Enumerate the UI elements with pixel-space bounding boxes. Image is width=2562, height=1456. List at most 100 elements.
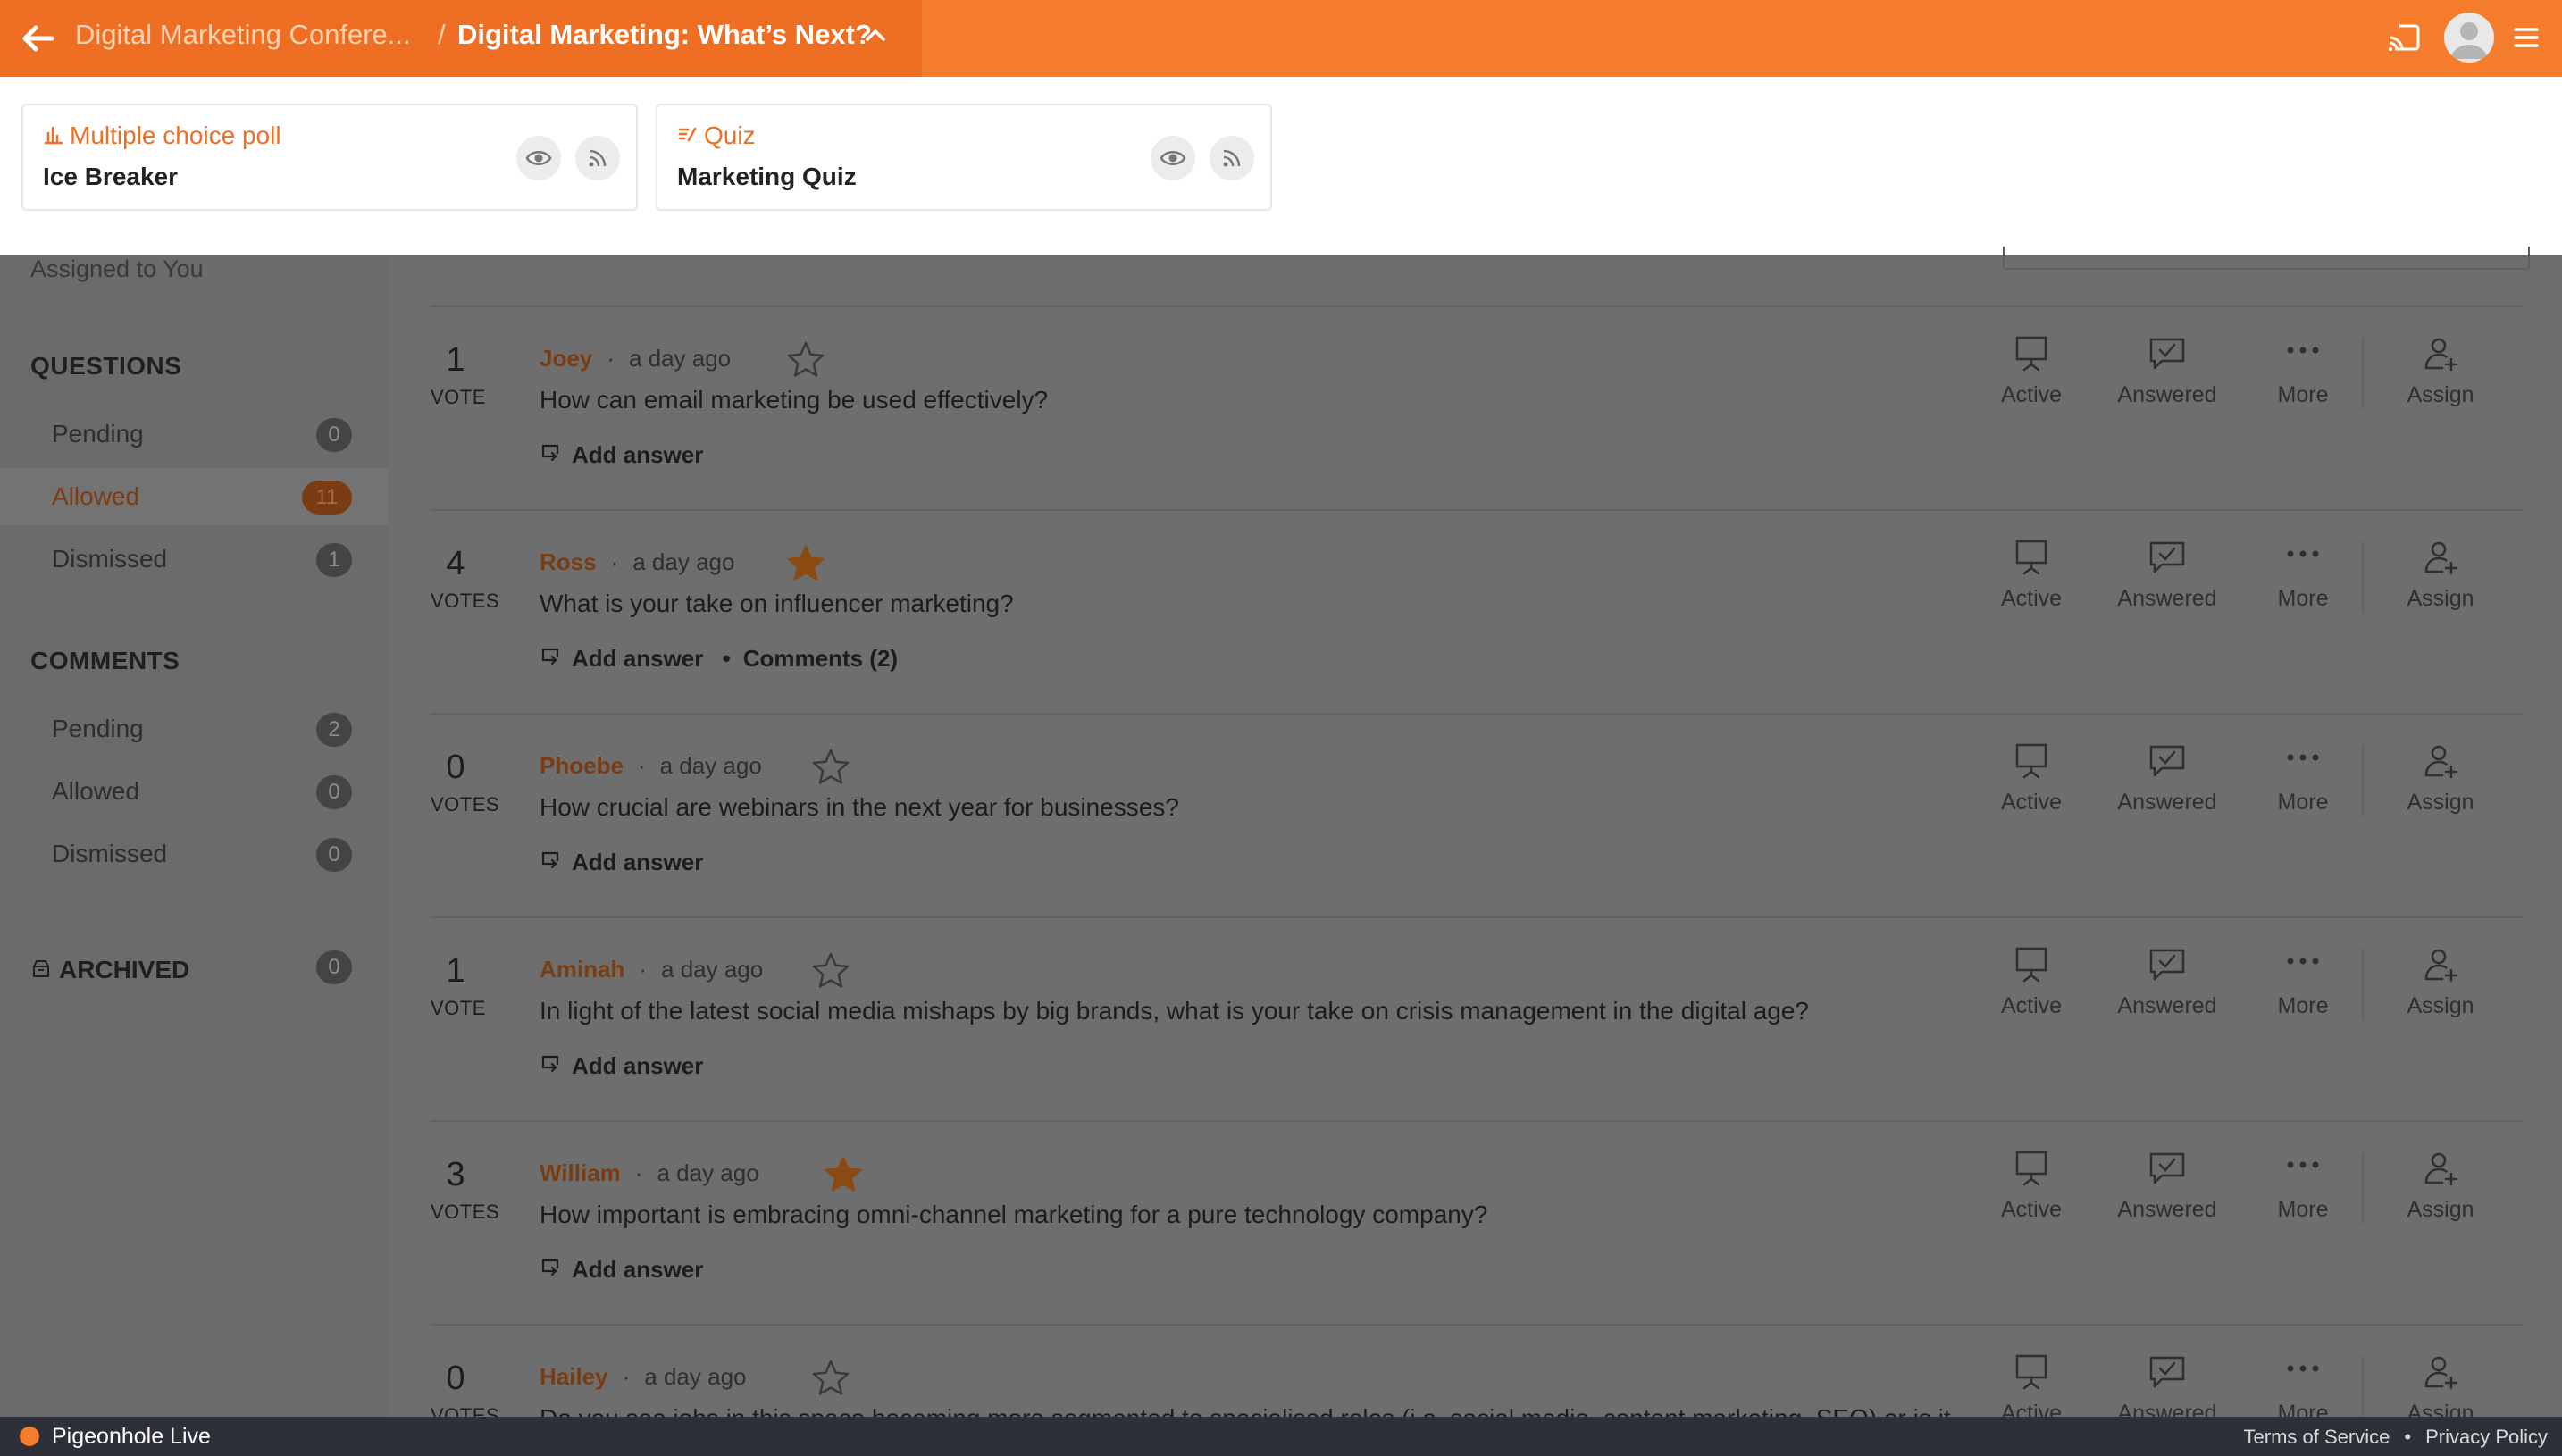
more-dots-icon xyxy=(2287,1161,2319,1168)
question-meta: Phoebe · a day ago xyxy=(540,752,762,779)
terms-link[interactable]: Terms of Service xyxy=(2244,1426,2390,1448)
vote-count: 3 xyxy=(446,1156,465,1193)
broadcast-button[interactable] xyxy=(1210,136,1254,180)
rss-icon xyxy=(589,149,607,167)
cast-icon[interactable] xyxy=(2385,20,2423,57)
add-answer-button[interactable]: Add answer xyxy=(540,441,703,468)
chevron-up-icon[interactable] xyxy=(863,23,888,48)
eye-icon xyxy=(1160,151,1186,165)
answered-button[interactable]: Answered xyxy=(2105,1147,2230,1223)
more-button[interactable]: More xyxy=(2240,740,2365,816)
sidebar-item-questions-pending[interactable]: Pending 0 xyxy=(0,406,388,463)
check-message-icon xyxy=(2149,1152,2185,1184)
answer-actions: Add answer xyxy=(540,849,703,876)
star-icon[interactable] xyxy=(810,747,851,788)
star-icon[interactable] xyxy=(785,339,826,381)
reply-icon xyxy=(541,444,559,462)
add-user-icon xyxy=(2424,1152,2458,1186)
presentation-icon xyxy=(2015,336,2047,372)
privacy-link[interactable]: Privacy Policy xyxy=(2425,1426,2548,1448)
vote-count: 0 xyxy=(446,749,465,786)
quiz-icon xyxy=(678,127,697,142)
preview-button[interactable] xyxy=(516,136,561,180)
answered-button[interactable]: Answered xyxy=(2105,332,2230,408)
active-button[interactable]: Active xyxy=(1969,536,2094,612)
author-name: Joey xyxy=(540,345,593,372)
sidebar-item-comments-allowed[interactable]: Allowed 0 xyxy=(0,763,388,820)
add-answer-button[interactable]: Add answer xyxy=(540,1256,703,1283)
assign-button[interactable]: Assign xyxy=(2378,943,2503,1019)
more-dots-icon xyxy=(2287,347,2319,354)
breadcrumb-session[interactable]: Digital Marketing: What’s Next? xyxy=(457,19,872,51)
count-badge: 11 xyxy=(302,481,352,515)
search-input[interactable] xyxy=(2003,247,2530,270)
answered-button[interactable]: Answered xyxy=(2105,536,2230,612)
hamburger-menu-icon[interactable] xyxy=(2510,21,2542,54)
preview-button[interactable] xyxy=(1151,136,1195,180)
add-answer-button[interactable]: Add answer xyxy=(540,645,710,672)
assign-button[interactable]: Assign xyxy=(2378,740,2503,816)
sidebar-item-questions-allowed[interactable]: Allowed 11 xyxy=(0,468,388,525)
more-dots-icon xyxy=(2287,550,2319,557)
count-badge: 0 xyxy=(316,775,352,809)
vote-label: VOTE xyxy=(431,386,486,408)
presentation-icon xyxy=(2015,1354,2047,1390)
assign-button[interactable]: Assign xyxy=(2378,332,2503,408)
timestamp: a day ago xyxy=(659,752,762,779)
sidebar-item-comments-pending[interactable]: Pending 2 xyxy=(0,700,388,757)
broadcast-button[interactable] xyxy=(575,136,620,180)
active-button[interactable]: Active xyxy=(1969,943,2094,1019)
question-text: In light of the latest social media mish… xyxy=(540,997,1809,1025)
star-icon[interactable] xyxy=(810,1358,851,1399)
star-icon[interactable] xyxy=(823,1154,864,1195)
answer-actions: Add answer xyxy=(540,441,703,469)
comments-heading: COMMENTS xyxy=(30,647,180,674)
check-message-icon xyxy=(2149,949,2185,981)
avatar[interactable] xyxy=(2444,13,2494,63)
vote-label: VOTE xyxy=(431,997,486,1019)
user-icon xyxy=(2451,22,2487,59)
more-button[interactable]: More xyxy=(2240,536,2365,612)
footer: Pigeonhole Live Terms of Service • Privacy… xyxy=(0,1417,2562,1456)
footer-brand[interactable]: Pigeonhole Live xyxy=(20,1424,211,1450)
vote-label: VOTES xyxy=(431,793,500,816)
active-button[interactable]: Active xyxy=(1969,332,2094,408)
assign-button[interactable]: Assign xyxy=(2378,1147,2503,1223)
author-name: William xyxy=(540,1159,621,1186)
comments-link[interactable]: Comments (2) xyxy=(743,645,898,672)
more-button[interactable]: More xyxy=(2240,943,2365,1019)
arrow-left-icon[interactable] xyxy=(16,16,61,61)
add-user-icon xyxy=(2424,338,2458,372)
presentation-icon xyxy=(2015,1151,2047,1186)
timestamp: a day ago xyxy=(644,1363,747,1390)
star-icon[interactable] xyxy=(810,950,851,992)
eye-icon xyxy=(525,151,552,165)
sidebar-item-archived[interactable]: ARCHIVED xyxy=(30,956,189,984)
active-button[interactable]: Active xyxy=(1969,1147,2094,1223)
more-button[interactable]: More xyxy=(2240,1147,2365,1223)
question-meta: Joey · a day ago xyxy=(540,345,732,372)
sidebar: Assigned to You QUESTIONS Pending 0 Allo… xyxy=(0,255,388,1417)
question-row: 3 VOTES William · a day ago How important … xyxy=(431,1120,2523,1324)
activity-card-poll[interactable]: Multiple choice poll Ice Breaker xyxy=(21,104,638,211)
active-button[interactable]: Active xyxy=(1969,1351,2094,1427)
active-button[interactable]: Active xyxy=(1969,740,2094,816)
activities-panel: Multiple choice poll Ice Breaker Quiz Ma… xyxy=(0,77,2562,255)
more-button[interactable]: More xyxy=(2240,1351,2365,1427)
add-answer-button[interactable]: Add answer xyxy=(540,849,703,875)
assign-button[interactable]: Assign xyxy=(2378,1351,2503,1427)
star-icon[interactable] xyxy=(785,543,826,584)
more-button[interactable]: More xyxy=(2240,332,2365,408)
question-meta: Hailey · a day ago xyxy=(540,1363,747,1390)
sidebar-assigned-to-you[interactable]: Assigned to You xyxy=(30,255,204,283)
sidebar-item-questions-dismissed[interactable]: Dismissed 1 xyxy=(0,531,388,588)
breadcrumb-event[interactable]: Digital Marketing Confere... xyxy=(75,19,411,51)
activity-card-quiz[interactable]: Quiz Marketing Quiz xyxy=(656,104,1272,211)
answered-button[interactable]: Answered xyxy=(2105,1351,2230,1427)
add-answer-button[interactable]: Add answer xyxy=(540,1052,703,1079)
more-dots-icon xyxy=(2287,958,2319,965)
sidebar-item-comments-dismissed[interactable]: Dismissed 0 xyxy=(0,825,388,883)
answered-button[interactable]: Answered xyxy=(2105,740,2230,816)
assign-button[interactable]: Assign xyxy=(2378,536,2503,612)
answered-button[interactable]: Answered xyxy=(2105,943,2230,1019)
